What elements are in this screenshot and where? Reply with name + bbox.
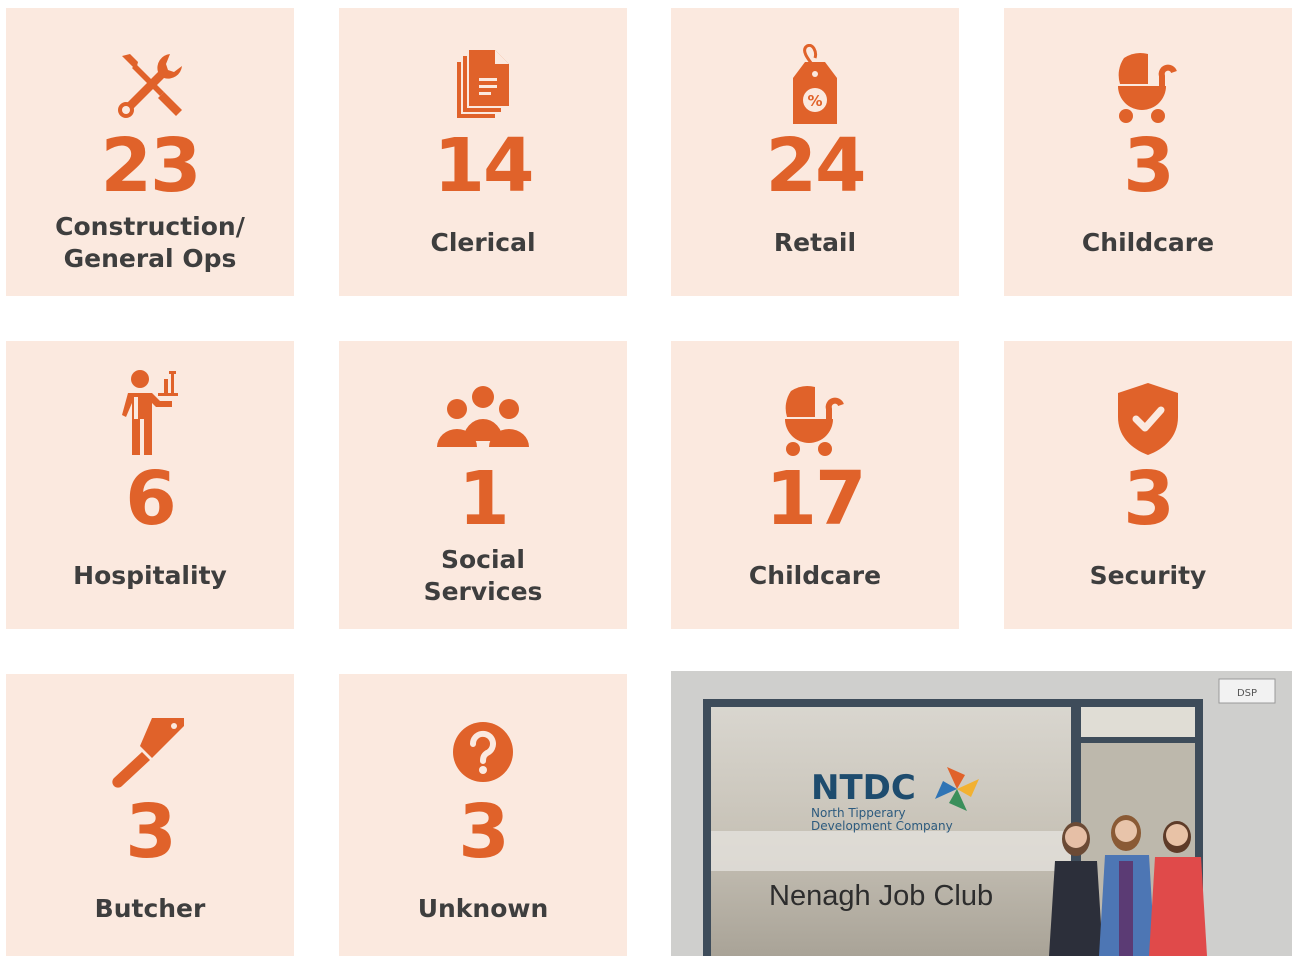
question-icon [339, 712, 627, 792]
stat-tile-security: 3 Security [1004, 341, 1292, 629]
stat-tile-clerical: 14 Clerical [339, 8, 627, 296]
stat-count: 14 [433, 123, 535, 209]
office-photo: DSP NTDC North Tipperary Development Com… [671, 671, 1292, 956]
pram-icon [671, 379, 959, 459]
stat-label: Unknown [417, 894, 549, 923]
stat-label: Butcher [94, 894, 206, 923]
stat-tile-butcher: 3 Butcher [6, 674, 294, 956]
price-tag-icon: % [671, 44, 959, 126]
storefront-illustration: DSP NTDC North Tipperary Development Com… [671, 671, 1292, 956]
stat-count: 3 [125, 789, 177, 875]
stat-count: 3 [458, 789, 510, 875]
stat-tile-construction: 23 Construction/ General Ops [6, 8, 294, 296]
cleaver-icon [6, 712, 294, 792]
stat-label: Construction/ General Ops [55, 212, 245, 273]
stat-label: Childcare [1081, 228, 1215, 257]
logo-text: NTDC [811, 768, 916, 808]
stat-tile-hospitality: 6 Hospitality [6, 341, 294, 629]
stat-tile-retail: % 24 Retail [671, 8, 959, 296]
stat-label: Hospitality [73, 561, 227, 590]
stat-label: Security [1089, 561, 1207, 590]
window-text: Nenagh Job Club [769, 880, 993, 912]
stat-count: 23 [100, 123, 202, 209]
stat-tile-unknown: 3 Unknown [339, 674, 627, 956]
group-icon [339, 379, 627, 459]
stat-count: 3 [1123, 123, 1175, 209]
shield-check-icon [1004, 379, 1292, 459]
svg-text:%: % [807, 92, 822, 110]
stat-tile-childcare-2: 17 Childcare [671, 341, 959, 629]
logo-subtitle-line2: Development Company [811, 819, 953, 833]
plaque-text: DSP [1237, 688, 1257, 699]
stat-label: Social Services [423, 545, 543, 606]
stat-count: 1 [458, 456, 510, 542]
people-illustration [1049, 815, 1207, 956]
logo-subtitle-line1: North Tipperary [811, 806, 906, 820]
tools-icon [6, 46, 294, 126]
stat-count: 3 [1123, 456, 1175, 542]
stat-label: Retail [773, 228, 857, 257]
stat-count: 17 [765, 456, 867, 542]
waiter-icon [6, 367, 294, 459]
stat-label: Childcare [748, 561, 882, 590]
stat-count: 6 [125, 456, 177, 542]
stat-tile-childcare: 3 Childcare [1004, 8, 1292, 296]
stat-tile-social-services: 1 Social Services [339, 341, 627, 629]
documents-icon [339, 46, 627, 126]
stat-label: Clerical [430, 228, 536, 257]
stat-count: 24 [765, 123, 867, 209]
pram-icon [1004, 46, 1292, 126]
